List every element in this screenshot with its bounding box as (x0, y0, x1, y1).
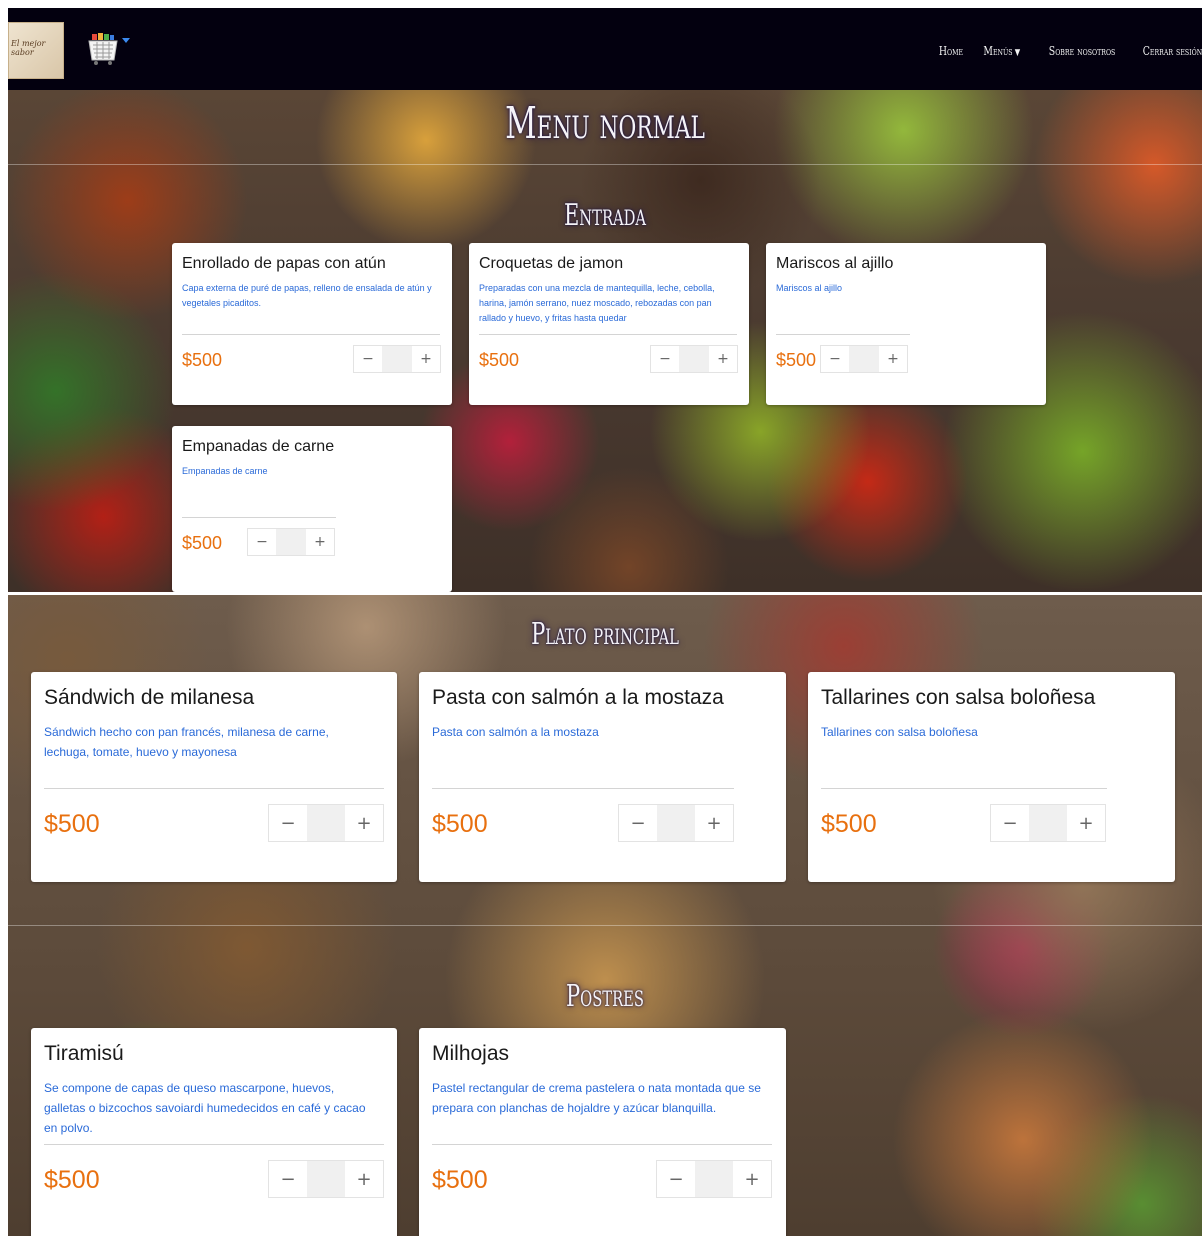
card-divider (821, 788, 1107, 789)
increment-button[interactable]: + (345, 805, 383, 841)
card-price: $500 (821, 810, 877, 838)
quantity-stepper: − + (353, 345, 441, 373)
shopping-basket-icon[interactable] (86, 32, 134, 68)
page: El mejor sabor Home Menús Sobre nosotros… (8, 8, 1202, 1236)
menu-card: Tiramisú Se compone de capas de queso ma… (31, 1028, 397, 1236)
card-description: Pastel rectangular de crema pastelera o … (432, 1081, 761, 1115)
card-title: Pasta con salmón a la mostaza (432, 686, 724, 709)
increment-button[interactable]: + (345, 1161, 383, 1197)
card-title: Tallarines con salsa boloñesa (821, 686, 1096, 709)
card-description: Empanadas de carne (182, 466, 268, 476)
title-divider (8, 164, 1202, 165)
quantity-stepper: − + (618, 804, 734, 842)
section-title-postres: Postres (566, 979, 644, 1014)
quantity-input[interactable] (657, 805, 695, 841)
quantity-stepper: − + (247, 528, 335, 556)
decrement-button[interactable]: − (821, 346, 849, 372)
quantity-input[interactable] (679, 346, 709, 372)
card-price: $500 (432, 810, 488, 838)
card-divider (776, 334, 910, 335)
navbar: El mejor sabor Home Menús Sobre nosotros… (8, 8, 1202, 90)
card-price: $500 (44, 1166, 100, 1194)
nav-menus-dropdown[interactable]: Menús (984, 44, 1021, 58)
increment-button[interactable]: + (695, 805, 733, 841)
card-price: $500 (182, 350, 223, 370)
card-title: Milhojas (432, 1042, 510, 1065)
card-description: Pasta con salmón a la mostaza (432, 725, 599, 739)
nav-about[interactable]: Sobre nosotros (1049, 44, 1116, 58)
card-description: Capa externa de puré de papas, relleno d… (182, 283, 432, 308)
card-price: $500 (776, 350, 817, 370)
menu-card: Milhojas Pastel rectangular de crema pas… (419, 1028, 786, 1236)
card-title: Enrollado de papas con atún (182, 255, 386, 272)
increment-button[interactable]: + (709, 346, 737, 372)
card-description: Preparadas con una mezcla de mantequilla… (479, 283, 715, 323)
menu-card: Enrollado de papas con atún Capa externa… (172, 243, 452, 405)
decrement-button[interactable]: − (269, 805, 307, 841)
menu-card: Sándwich de milanesa Sándwich hecho con … (31, 672, 397, 882)
card-divider (432, 1144, 772, 1145)
card-description: Sándwich hecho con pan francés, milanesa… (44, 725, 329, 759)
quantity-input[interactable] (307, 1161, 345, 1197)
increment-button[interactable]: + (412, 346, 440, 372)
card-title: Mariscos al ajillo (776, 255, 894, 272)
card-divider (479, 334, 737, 335)
menu-card: Empanadas de carne Empanadas de carne $5… (172, 426, 452, 592)
card-divider (182, 517, 336, 518)
menu-card: Croquetas de jamon Preparadas con una me… (469, 243, 749, 405)
card-divider (44, 1144, 384, 1145)
quantity-input[interactable] (382, 346, 412, 372)
card-description: Se compone de capas de queso mascarpone,… (44, 1081, 366, 1135)
menu-card: Mariscos al ajillo Mariscos al ajillo $5… (766, 243, 1046, 405)
card-divider (432, 788, 734, 789)
quantity-input[interactable] (307, 805, 345, 841)
increment-button[interactable]: + (1067, 805, 1105, 841)
hero-section-entrada: Menu normal Entrada Enrollado de papas c… (8, 90, 1202, 592)
quantity-stepper: − + (990, 804, 1106, 842)
card-description: Tallarines con salsa boloñesa (821, 725, 978, 739)
quantity-stepper: − + (820, 345, 908, 373)
decrement-button[interactable]: − (248, 529, 276, 555)
card-price: $500 (44, 810, 100, 838)
quantity-input[interactable] (1029, 805, 1067, 841)
decrement-button[interactable]: − (657, 1161, 695, 1197)
decrement-button[interactable]: − (651, 346, 679, 372)
hero-section-main: Plato principal Sándwich de milanesa Sán… (8, 595, 1202, 1236)
quantity-stepper: − + (268, 804, 384, 842)
quantity-stepper: − + (656, 1160, 772, 1198)
logo-text: El mejor sabor (11, 39, 46, 57)
increment-button[interactable]: + (733, 1161, 771, 1197)
nav-home[interactable]: Home (939, 44, 963, 58)
menu-card: Pasta con salmón a la mostaza Pasta con … (419, 672, 786, 882)
quantity-stepper: − + (268, 1160, 384, 1198)
card-divider (44, 788, 384, 789)
menu-card: Tallarines con salsa boloñesa Tallarines… (808, 672, 1175, 882)
page-title: Menu normal (505, 98, 705, 149)
quantity-input[interactable] (276, 529, 306, 555)
section-title-plato-principal: Plato principal (531, 617, 679, 652)
card-title: Croquetas de jamon (479, 255, 624, 272)
card-price: $500 (479, 350, 520, 370)
nav-links: Home Menús Sobre nosotros Cerrar sesión (932, 44, 1202, 58)
increment-button[interactable]: + (879, 346, 907, 372)
card-title: Empanadas de carne (182, 438, 335, 455)
decrement-button[interactable]: − (619, 805, 657, 841)
section-title-entrada: Entrada (563, 198, 647, 233)
quantity-stepper: − + (650, 345, 738, 373)
increment-button[interactable]: + (306, 529, 334, 555)
quantity-input[interactable] (849, 346, 879, 372)
card-divider (182, 334, 440, 335)
decrement-button[interactable]: − (354, 346, 382, 372)
card-price: $500 (182, 533, 223, 553)
logo[interactable]: El mejor sabor (8, 22, 64, 79)
card-title: Sándwich de milanesa (44, 686, 255, 709)
card-title: Tiramisú (44, 1042, 124, 1065)
section-divider (8, 925, 1202, 926)
decrement-button[interactable]: − (269, 1161, 307, 1197)
nav-logout[interactable]: Cerrar sesión (1143, 44, 1202, 58)
decrement-button[interactable]: − (991, 805, 1029, 841)
quantity-input[interactable] (695, 1161, 733, 1197)
card-description: Mariscos al ajillo (776, 283, 843, 293)
card-price: $500 (432, 1166, 488, 1194)
